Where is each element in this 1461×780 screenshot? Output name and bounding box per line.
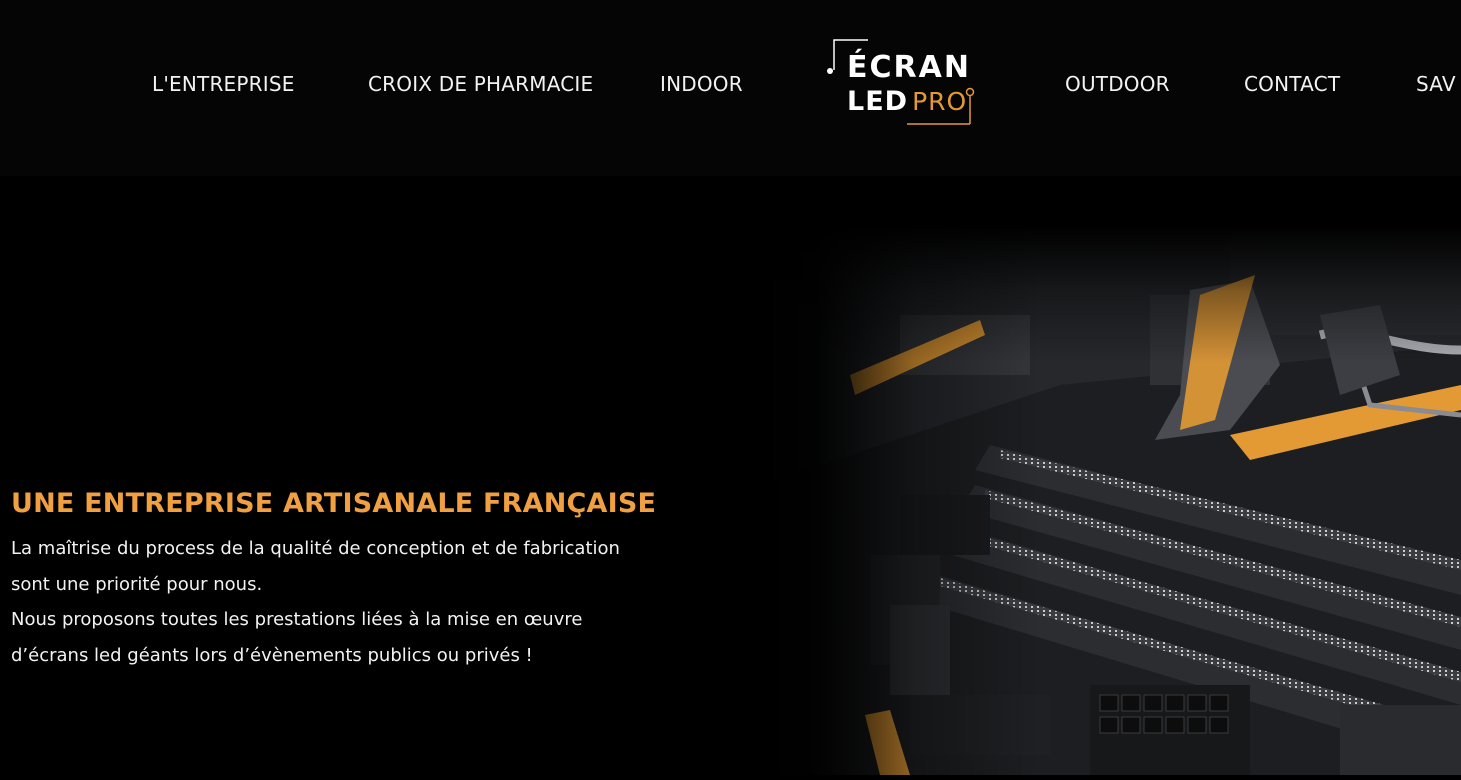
site-logo[interactable]: ÉCRAN LED PRO: [820, 36, 980, 132]
nav-link-contact[interactable]: CONTACT: [1244, 72, 1340, 96]
logo-line-led-pro: LED PRO: [847, 86, 967, 117]
nav-link-sav[interactable]: SAV: [1416, 72, 1456, 96]
hero-paragraph-1: La maîtrise du process de la qualité de …: [11, 538, 620, 595]
logo-word-ecran: ÉCRAN: [847, 50, 971, 85]
nav-link-entreprise[interactable]: L'ENTREPRISE: [152, 72, 295, 96]
hero-title: UNE ENTREPRISE ARTISANALE FRANÇAISE: [11, 488, 657, 520]
nav-link-croix-de-pharmacie[interactable]: CROIX DE PHARMACIE: [368, 72, 593, 96]
hero-paragraph-2: Nous proposons toutes les prestations li…: [11, 609, 583, 666]
logo-word-pro: PRO: [912, 87, 968, 116]
motherboard-photo-icon: [760, 225, 1461, 775]
hero-description: La maîtrise du process de la qualité de …: [11, 531, 651, 673]
site-header: L'ENTREPRISE CROIX DE PHARMACIE INDOOR O…: [0, 0, 1461, 176]
nav-link-indoor[interactable]: INDOOR: [660, 72, 743, 96]
logo-word-led: LED: [847, 86, 909, 117]
nav-link-outdoor[interactable]: OUTDOOR: [1065, 72, 1170, 96]
